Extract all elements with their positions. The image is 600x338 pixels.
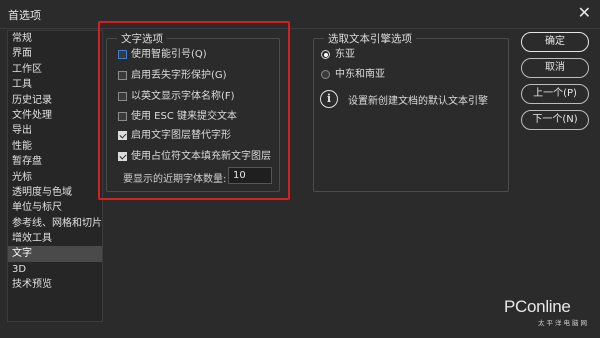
sidebar-item-3d[interactable]: 3D [8,262,102,277]
checkbox-label: 使用占位符文本填充新文字图层 [131,151,271,162]
sidebar: 常规 界面 工作区 工具 历史记录 文件处理 导出 性能 暂存盘 光标 透明度与… [7,30,103,322]
checkbox-box[interactable] [118,50,127,59]
sidebar-item-tech-preview[interactable]: 技术预览 [8,277,102,292]
sidebar-item-file-handling[interactable]: 文件处理 [8,108,102,123]
radio-dot[interactable] [321,70,330,79]
watermark: PConline 太平洋电脑网 [504,297,587,327]
sidebar-item-units[interactable]: 单位与标尺 [8,200,102,215]
next-button[interactable]: 下一个(N) [521,110,589,130]
recent-fonts-label: 要显示的近期字体数量: [123,174,227,185]
sidebar-item-tools[interactable]: 工具 [8,77,102,92]
radio-dot[interactable] [321,50,330,59]
checkbox-box[interactable] [118,92,127,101]
checkbox-box[interactable] [118,71,127,80]
sidebar-item-general[interactable]: 常规 [8,31,102,46]
window-title: 首选项 [8,9,41,22]
title-bar: 首选项 ✕ [0,0,600,29]
engine-info-text: 设置新创建文档的默认文本引擎 [348,96,488,107]
cancel-button[interactable]: 取消 [521,58,589,78]
checkbox-label: 使用 ESC 键来提交文本 [131,111,238,122]
sidebar-item-guides[interactable]: 参考线、网格和切片 [8,216,102,231]
sidebar-item-workspace[interactable]: 工作区 [8,62,102,77]
watermark-subtitle: 太平洋电脑网 [538,319,589,327]
recent-fonts-input[interactable] [228,167,272,184]
radio-label: 中东和南亚 [335,69,385,80]
checkbox-box[interactable] [118,152,127,161]
checkbox-label: 使用智能引号(Q) [131,49,207,60]
sidebar-item-interface[interactable]: 界面 [8,46,102,61]
ok-button[interactable]: 确定 [521,32,589,52]
info-icon: i [320,90,338,108]
sidebar-item-plugins[interactable]: 增效工具 [8,231,102,246]
sidebar-item-export[interactable]: 导出 [8,123,102,138]
close-icon[interactable]: ✕ [578,3,591,22]
checkbox-label: 启用丢失字形保护(G) [131,70,227,81]
checkbox-box[interactable] [118,131,127,140]
checkbox-label: 以英文显示字体名称(F) [131,91,235,102]
sidebar-item-cursors[interactable]: 光标 [8,170,102,185]
checkbox-box[interactable] [118,112,127,121]
prev-button[interactable]: 上一个(P) [521,84,589,104]
sidebar-item-transparency[interactable]: 透明度与色域 [8,185,102,200]
sidebar-item-scratch-disks[interactable]: 暂存盘 [8,154,102,169]
watermark-logo: PConline [504,297,571,316]
text-engine-title: 选取文本引擎选项 [324,31,416,46]
radio-label: 东亚 [335,49,355,60]
sidebar-item-performance[interactable]: 性能 [8,139,102,154]
sidebar-item-type[interactable]: 文字 [8,246,102,262]
text-options-title: 文字选项 [117,31,167,46]
checkbox-label: 启用文字图层替代字形 [131,130,231,141]
sidebar-item-history[interactable]: 历史记录 [8,93,102,108]
